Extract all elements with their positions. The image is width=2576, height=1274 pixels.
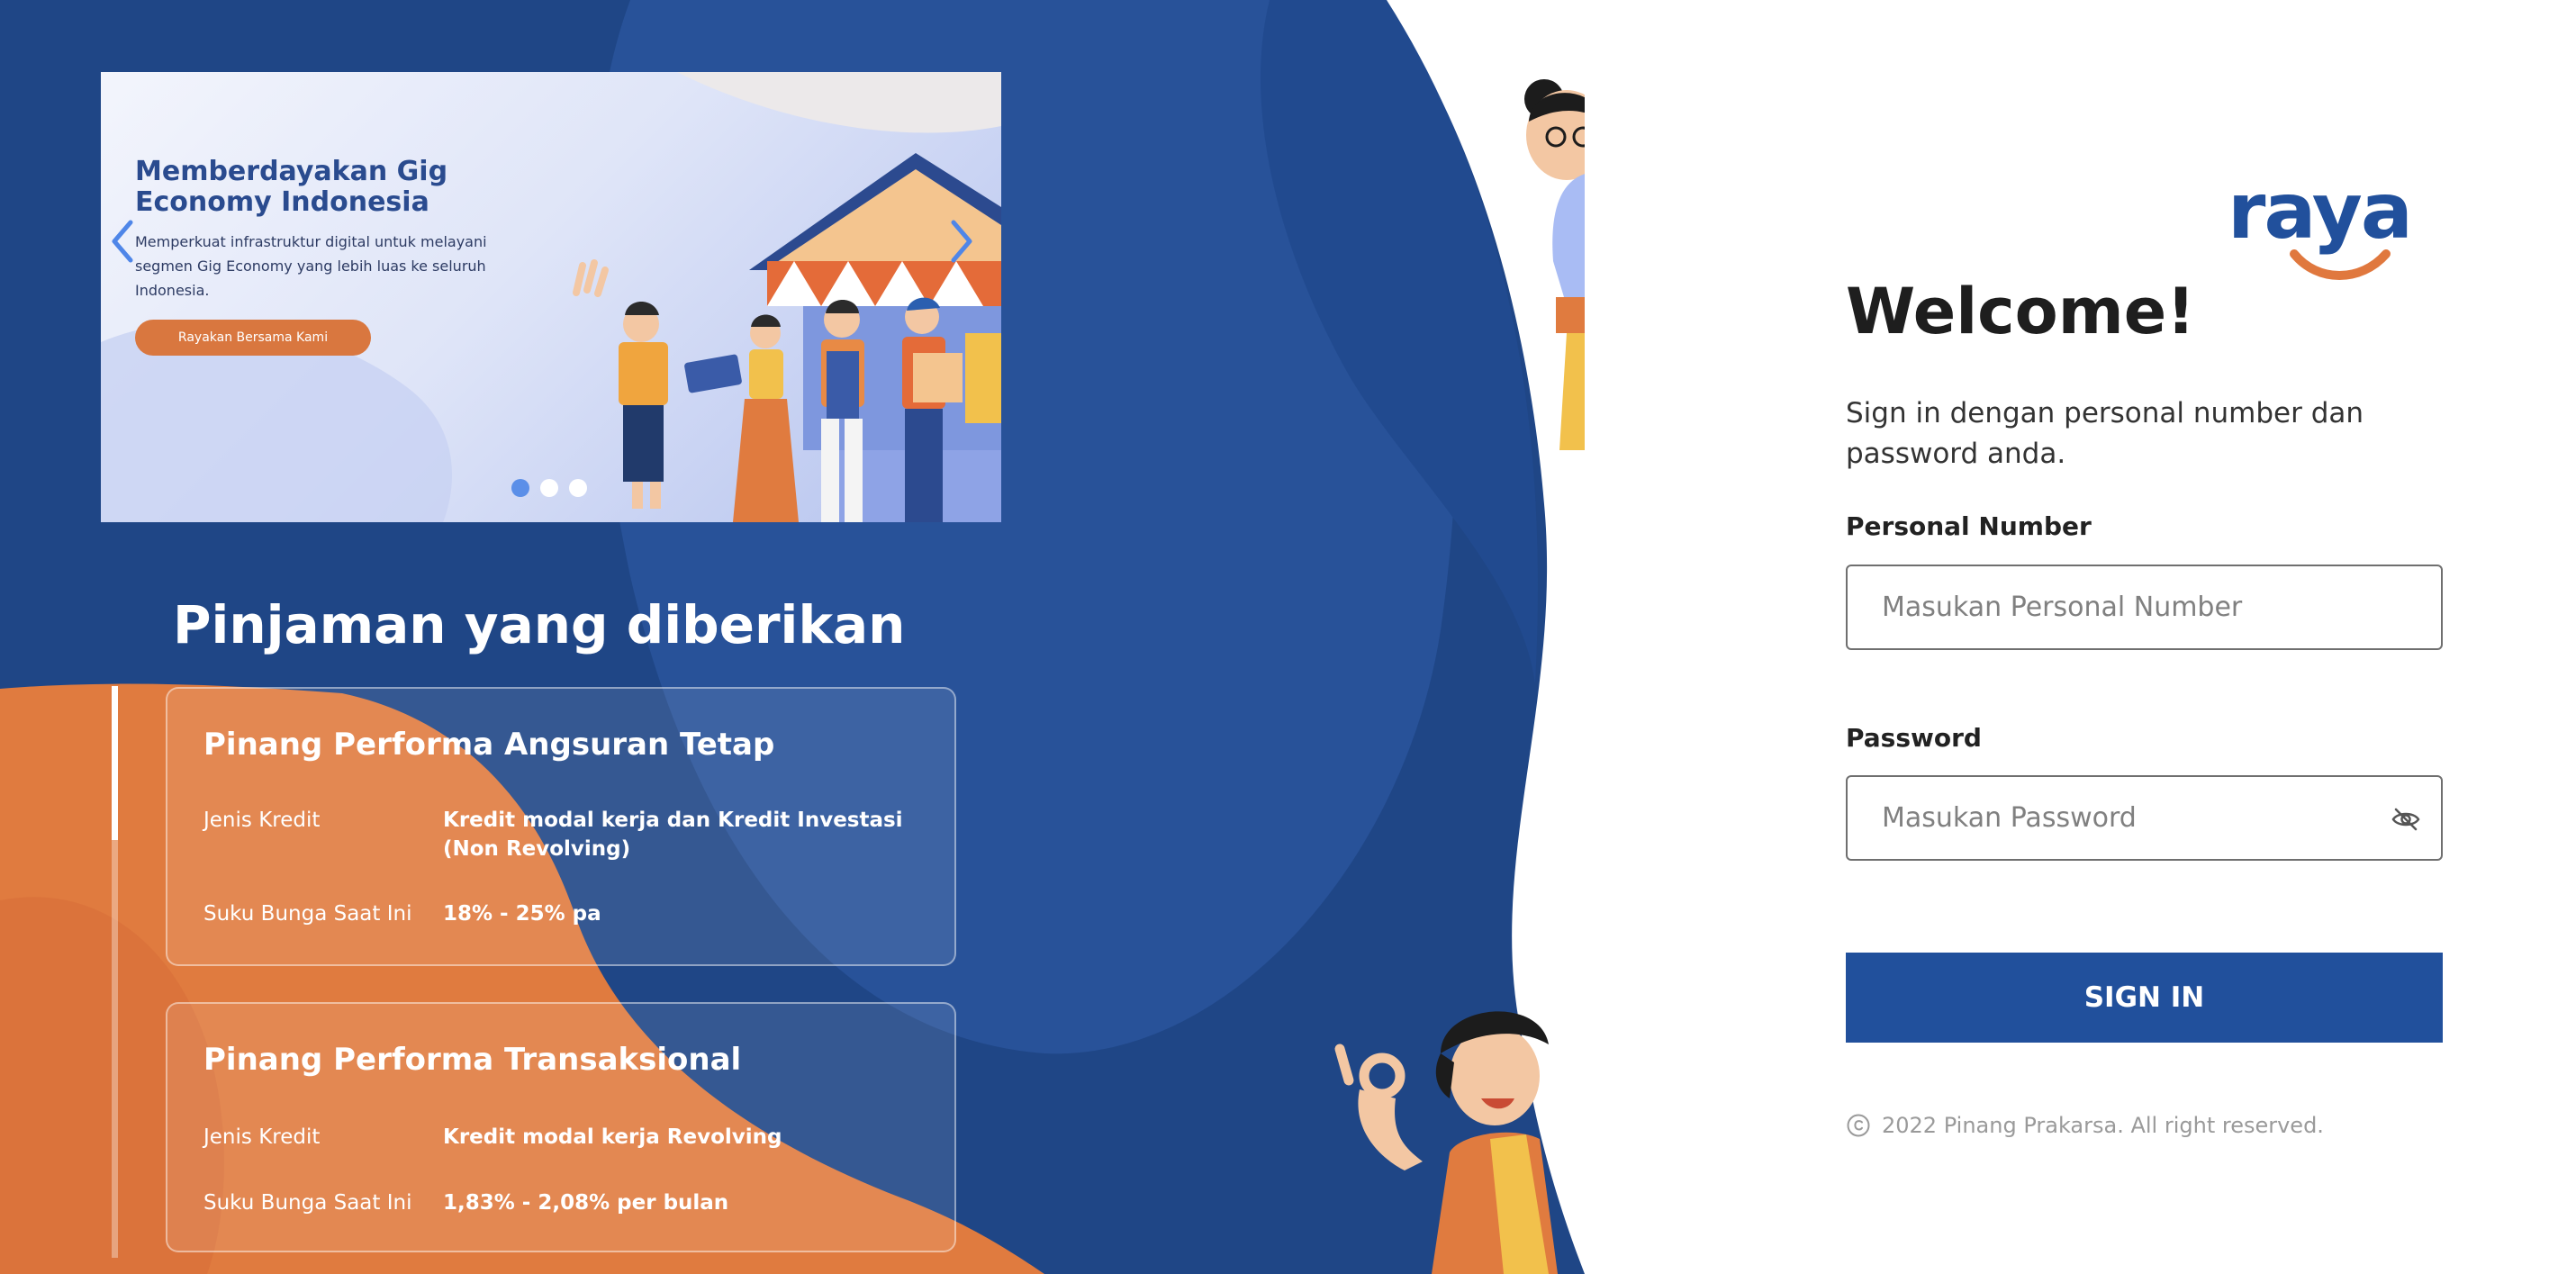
carousel-dot[interactable] xyxy=(569,479,587,497)
loans-heading: Pinjaman yang diberikan xyxy=(173,594,906,655)
loan-card: Pinang Performa Angsuran Tetap Jenis Kre… xyxy=(166,687,956,966)
interest-rate-value: 1,83% - 2,08% per bulan xyxy=(443,1191,729,1215)
chevron-left-icon xyxy=(112,220,133,263)
carousel-cta-button[interactable]: Rayakan Bersama Kami xyxy=(135,320,371,356)
footer: 2022 Pinang Prakarsa. All right reserved… xyxy=(1846,1113,2324,1138)
raya-logo: raya xyxy=(2228,178,2413,280)
carousel-dot[interactable] xyxy=(511,479,529,497)
carousel-pagination xyxy=(511,479,587,497)
password-visibility-toggle[interactable] xyxy=(2388,801,2424,837)
raya-logo-text: raya xyxy=(2228,178,2411,257)
password-label: Password xyxy=(1846,723,1982,753)
loan-card: Pinang Performa Transaksional Jenis Kred… xyxy=(166,1002,956,1252)
promo-carousel[interactable]: Memberdayakan Gig Economy Indonesia Memp… xyxy=(101,72,1001,522)
loans-scroll-indicator[interactable] xyxy=(112,686,118,841)
loan-card-title: Pinang Performa Angsuran Tetap xyxy=(203,727,775,763)
copyright-text: 2022 Pinang Prakarsa. All right reserved… xyxy=(1882,1113,2324,1138)
carousel-title: Memberdayakan Gig Economy Indonesia xyxy=(135,156,448,218)
loan-card-title: Pinang Performa Transaksional xyxy=(203,1042,742,1078)
credit-type-value: Kredit modal kerja dan Kredit Investasi … xyxy=(443,809,903,861)
welcome-title: Welcome! xyxy=(1846,275,2196,348)
copyright-icon xyxy=(1847,1114,1870,1137)
carousel-dot[interactable] xyxy=(540,479,558,497)
interest-rate-value: 18% - 25% pa xyxy=(443,902,601,926)
credit-type-value: Kredit modal kerja Revolving xyxy=(443,1125,782,1149)
interest-rate-label: Suku Bunga Saat Ini xyxy=(203,902,412,926)
left-panel: Memberdayakan Gig Economy Indonesia Memp… xyxy=(0,0,1585,1274)
carousel-description: Memperkuat infrastruktur digital untuk m… xyxy=(135,233,487,299)
chevron-right-icon xyxy=(951,220,972,263)
carousel-prev-button[interactable] xyxy=(104,214,140,268)
personal-number-input[interactable] xyxy=(1846,565,2443,650)
eye-off-icon xyxy=(2391,808,2420,831)
person-illustration-bottom xyxy=(1334,1011,1558,1274)
carousel-next-button[interactable] xyxy=(944,214,980,268)
loans-scroll-track[interactable] xyxy=(112,686,118,1258)
credit-type-label: Jenis Kredit xyxy=(203,1125,321,1149)
personal-number-label: Personal Number xyxy=(1846,511,2092,541)
person-illustration-top xyxy=(1524,79,1585,450)
password-input[interactable] xyxy=(1846,775,2443,861)
interest-rate-label: Suku Bunga Saat Ini xyxy=(203,1191,412,1215)
sign-in-button[interactable]: SIGN IN xyxy=(1846,953,2443,1043)
credit-type-label: Jenis Kredit xyxy=(203,809,321,832)
login-subtitle: Sign in dengan personal number dan passw… xyxy=(1846,397,2364,470)
